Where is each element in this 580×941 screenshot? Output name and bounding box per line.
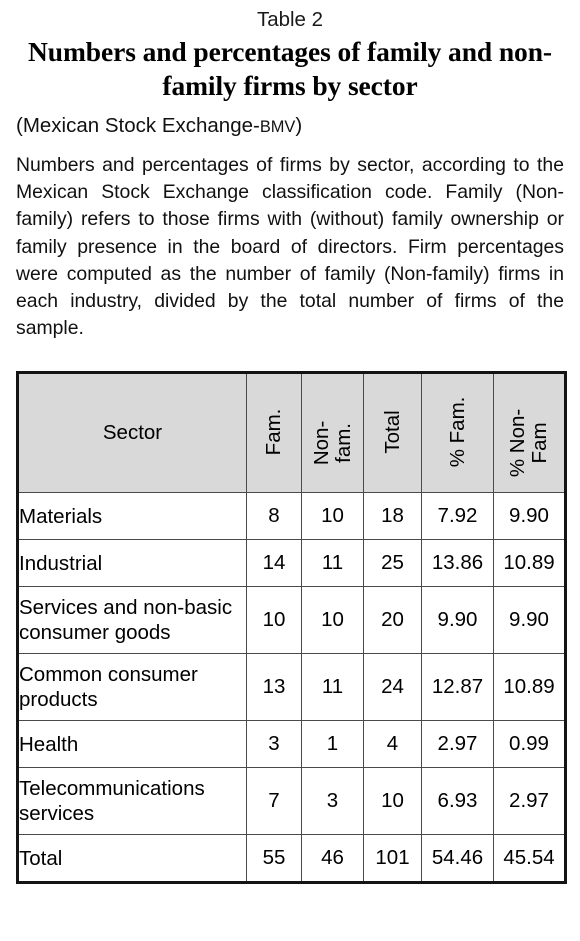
cell-total: 101: [363, 834, 422, 883]
table-row: Materials 8 10 18 7.92 9.90: [17, 492, 566, 540]
cell-pct-fam: 2.97: [421, 720, 494, 768]
cell-fam: 10: [246, 586, 302, 654]
table-body: Materials 8 10 18 7.92 9.90 Industrial 14 11 25 13…: [17, 492, 566, 883]
table-caption-block: Table 2 Numbers and percentages of famil…: [0, 0, 580, 342]
cell-sector: Industrial: [17, 539, 247, 587]
table-header-row: Sector Fam. Non- fam. Total % Fam. % Non…: [17, 372, 566, 493]
column-header-nonfam-label: Non- fam.: [309, 420, 355, 465]
cell-fam: 8: [246, 492, 302, 540]
table-number-label: Table 2: [256, 8, 324, 31]
cell-total: 4: [363, 720, 422, 768]
cell-pct-fam: 13.86: [421, 539, 494, 587]
column-header-total-label: Total: [380, 410, 404, 454]
cell-pct-nonfam: 9.90: [493, 586, 566, 654]
column-header-fam: Fam.: [246, 372, 302, 493]
cell-pct-fam: 7.92: [421, 492, 494, 540]
cell-fam: 13: [246, 653, 302, 721]
table-row: Common consumer products 13 11 24 12.87 10.89: [17, 653, 566, 721]
data-table-container: Sector Fam. Non- fam. Total % Fam. % Non…: [16, 371, 567, 884]
column-header-fam-label: Fam.: [262, 408, 286, 456]
table-row: Industrial 14 11 25 13.86 10.89: [17, 539, 566, 587]
cell-fam: 3: [246, 720, 302, 768]
cell-pct-nonfam: 45.54: [493, 834, 566, 883]
table-row: Health 3 1 4 2.97 0.99: [17, 720, 566, 768]
cell-pct-fam: 6.93: [421, 767, 494, 835]
cell-total: 20: [363, 586, 422, 654]
cell-nonfam: 10: [301, 586, 364, 654]
cell-sector: Services and non-basic consumer goods: [17, 586, 247, 654]
table-page: Table 2 Numbers and percentages of famil…: [0, 0, 580, 941]
cell-nonfam: 3: [301, 767, 364, 835]
table-title: Numbers and percentages of family and no…: [28, 36, 552, 101]
sector-firms-table: Sector Fam. Non- fam. Total % Fam. % Non…: [16, 371, 567, 884]
cell-nonfam: 10: [301, 492, 364, 540]
cell-pct-fam: 12.87: [421, 653, 494, 721]
cell-sector: Common consumer products: [17, 653, 247, 721]
column-header-pct-fam: % Fam.: [421, 372, 494, 493]
subtitle-suffix: ): [295, 114, 303, 137]
column-header-pct-nonfam: % Non- Fam: [493, 372, 566, 493]
cell-total: 24: [363, 653, 422, 721]
table-subtitle: (Mexican Stock Exchange-BMV): [16, 113, 564, 140]
column-header-nonfam: Non- fam.: [301, 372, 364, 493]
subtitle-acronym: BMV: [259, 118, 296, 136]
subtitle-prefix: (Mexican Stock Exchange-: [16, 114, 260, 137]
cell-sector: Telecommunications services: [17, 767, 247, 835]
cell-pct-nonfam: 10.89: [493, 539, 566, 587]
cell-pct-nonfam: 0.99: [493, 720, 566, 768]
cell-nonfam: 46: [301, 834, 364, 883]
cell-pct-fam: 9.90: [421, 586, 494, 654]
cell-pct-nonfam: 2.97: [493, 767, 566, 835]
cell-fam: 7: [246, 767, 302, 835]
cell-pct-nonfam: 9.90: [493, 492, 566, 540]
cell-nonfam: 1: [301, 720, 364, 768]
cell-total: 18: [363, 492, 422, 540]
cell-fam: 14: [246, 539, 302, 587]
cell-sector: Total: [17, 834, 247, 883]
cell-total: 10: [363, 767, 422, 835]
column-header-pct-nonfam-label: % Non- Fam: [506, 408, 551, 477]
cell-sector: Materials: [17, 492, 247, 540]
cell-total: 25: [363, 539, 422, 587]
cell-fam: 55: [246, 834, 302, 883]
table-row: Total 55 46 101 54.46 45.54: [17, 834, 566, 883]
cell-pct-nonfam: 10.89: [493, 653, 566, 721]
table-row: Telecommunications services 7 3 10 6.93 2.97: [17, 767, 566, 835]
cell-pct-fam: 54.46: [421, 834, 494, 883]
column-header-pct-fam-label: % Fam.: [445, 396, 469, 467]
column-header-total: Total: [363, 372, 422, 493]
table-note: Numbers and percentages of firms by sect…: [16, 154, 564, 340]
column-header-sector: Sector: [17, 372, 247, 493]
cell-nonfam: 11: [301, 653, 364, 721]
cell-sector: Health: [17, 720, 247, 768]
cell-nonfam: 11: [301, 539, 364, 587]
table-row: Services and non-basic consumer goods 10 1…: [17, 586, 566, 654]
